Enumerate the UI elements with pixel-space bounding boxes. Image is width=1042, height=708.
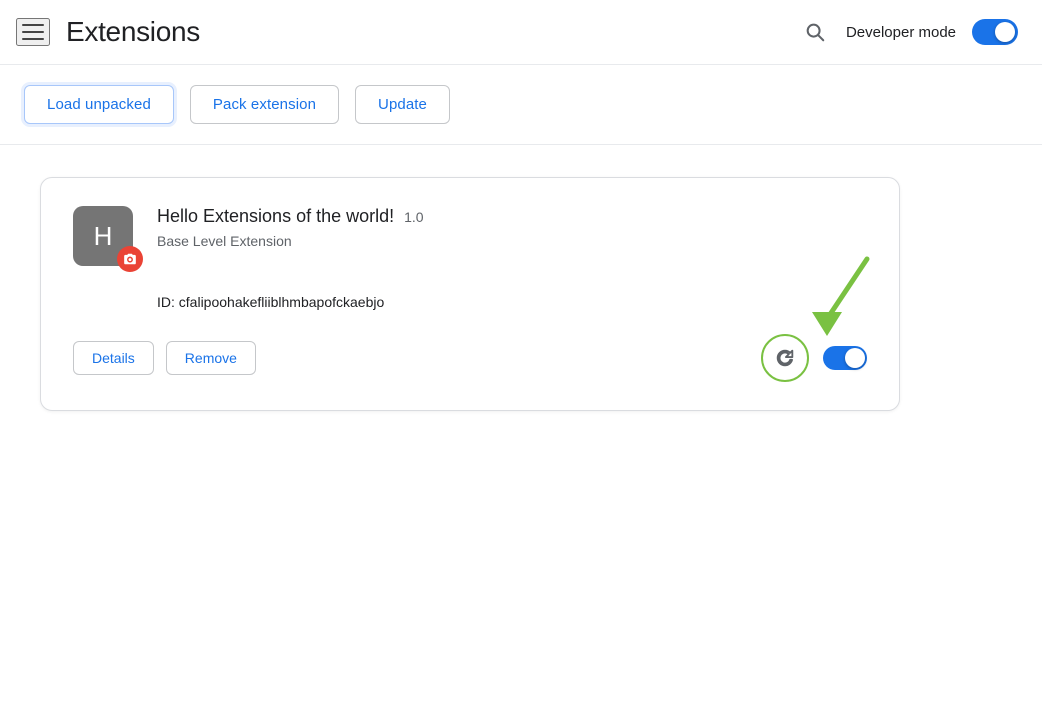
card-actions: Details Remove bbox=[73, 341, 256, 375]
card-bottom: Details Remove bbox=[73, 334, 867, 382]
reload-icon bbox=[774, 347, 796, 369]
extension-description: Base Level Extension bbox=[157, 233, 867, 249]
extension-name: Hello Extensions of the world! bbox=[157, 206, 394, 227]
header-left: Extensions bbox=[16, 16, 200, 48]
extension-version: 1.0 bbox=[404, 209, 423, 225]
search-button[interactable] bbox=[800, 17, 830, 47]
search-icon bbox=[804, 21, 826, 43]
extension-info: Hello Extensions of the world! 1.0 Base … bbox=[157, 206, 867, 249]
hamburger-menu-button[interactable] bbox=[16, 18, 50, 46]
extension-name-row: Hello Extensions of the world! 1.0 bbox=[157, 206, 867, 227]
toolbar: Load unpacked Pack extension Update bbox=[0, 64, 1042, 145]
camera-icon bbox=[123, 252, 137, 266]
page-title: Extensions bbox=[66, 16, 200, 48]
extension-toggle[interactable] bbox=[823, 346, 867, 370]
extension-id-row: ID: cfalipoohakefliiblhmbapofckaebjo bbox=[157, 294, 867, 310]
main-content: H Hello Extensions of the world! 1.0 Bas… bbox=[0, 145, 1042, 443]
reload-button[interactable] bbox=[761, 334, 809, 382]
pack-extension-button[interactable]: Pack extension bbox=[190, 85, 339, 124]
update-button[interactable]: Update bbox=[355, 85, 450, 124]
remove-button[interactable]: Remove bbox=[166, 341, 256, 375]
extension-icon-wrapper: H bbox=[73, 206, 137, 270]
extension-card: H Hello Extensions of the world! 1.0 Bas… bbox=[40, 177, 900, 411]
developer-mode-label: Developer mode bbox=[846, 24, 956, 41]
extension-id-combined: ID: cfalipoohakefliiblhmbapofckaebjo bbox=[157, 294, 384, 310]
hamburger-line-3 bbox=[22, 38, 44, 40]
card-right bbox=[761, 334, 867, 382]
developer-mode-toggle[interactable] bbox=[972, 19, 1018, 45]
details-button[interactable]: Details bbox=[73, 341, 154, 375]
extension-icon-badge bbox=[117, 246, 143, 272]
card-top: H Hello Extensions of the world! 1.0 Bas… bbox=[73, 206, 867, 270]
hamburger-line-2 bbox=[22, 31, 44, 33]
toggle-thumb bbox=[995, 22, 1015, 42]
load-unpacked-button[interactable]: Load unpacked bbox=[24, 85, 174, 124]
header-right: Developer mode bbox=[800, 17, 1018, 47]
reload-button-wrapper bbox=[761, 334, 809, 382]
header: Extensions Developer mode bbox=[0, 0, 1042, 64]
hamburger-line-1 bbox=[22, 24, 44, 26]
extension-toggle-thumb bbox=[845, 348, 865, 368]
